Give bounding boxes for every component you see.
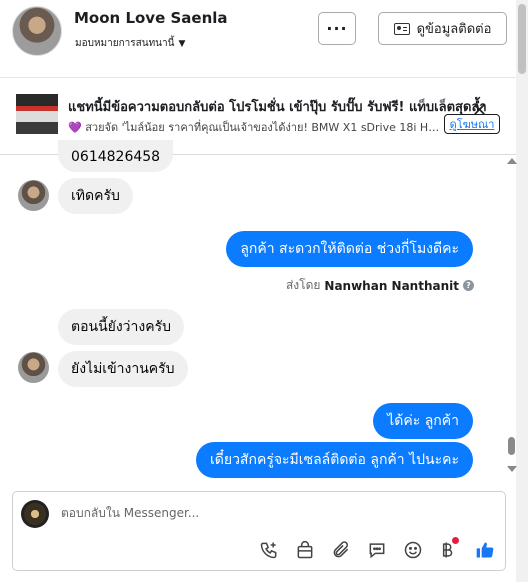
reply-input[interactable] [61,506,391,520]
ellipsis-icon: ··· [326,19,348,38]
conversation-header: Moon Love Saenla มอบหมายการสนทนานี้ ▼ ···… [0,0,516,62]
incoming-message[interactable]: เทิดครับ [58,178,133,214]
incoming-message[interactable]: ยังไม่เข้างานครับ [58,351,188,387]
view-contact-info-label: ดูข้อมูลติดต่อ [416,22,492,37]
contact-avatar-small [18,352,49,383]
contact-avatar[interactable] [12,6,62,56]
sent-by-prefix: ส่งโดย [285,278,321,292]
chat-scrollbar-thumb[interactable] [508,437,515,455]
paperclip-icon[interactable] [329,538,353,562]
ad-thumbnail[interactable] [16,94,58,134]
assign-label: มอบหมายการสนทนานี้ [75,38,175,49]
contact-avatar-small [18,180,49,211]
page-scrollbar[interactable] [516,0,528,582]
sender-name: Nanwhan Nanthanit [324,278,459,293]
scroll-up-arrow-icon[interactable] [507,158,517,164]
view-contact-info-button[interactable]: ดูข้อมูลติดต่อ [378,12,507,45]
page-scrollbar-thumb[interactable] [518,4,526,74]
sent-by-info: ส่งโดย Nanwhan Nanthanit ? [286,276,474,295]
more-options-button[interactable]: ··· [318,12,356,45]
incoming-message[interactable]: 0614826458 [58,140,174,172]
reply-composer [12,491,506,571]
ad-subtitle: 💜 สวยจัด 'ไมล์น้อย ราคาที่คุณเป็นเจ้าของ… [68,121,440,134]
thumbs-up-icon[interactable] [473,538,497,562]
help-icon[interactable]: ? [463,280,474,291]
emoji-icon[interactable] [401,538,425,562]
baht-icon[interactable] [435,537,459,562]
notification-dot [452,537,459,544]
outgoing-message[interactable]: ลูกค้า สะดวกให้ติดต่อ ช่วงกี่โมงดีคะ [226,231,473,267]
contact-name[interactable]: Moon Love Saenla [74,9,228,27]
outgoing-message[interactable]: ได้ค่ะ ลูกค้า [373,403,473,439]
chat-bubble-icon[interactable] [365,538,389,562]
outgoing-message[interactable]: เดี๋ยวสักครู่จะมีเซลล์ติดต่อ ลูกค้า ไปนะ… [195,442,473,478]
page-avatar [21,500,49,528]
shopping-bag-icon[interactable] [293,538,317,562]
call-add-icon[interactable] [257,538,281,562]
contact-card-icon [393,22,410,35]
assign-conversation-dropdown[interactable]: มอบหมายการสนทนานี้ ▼ [75,36,185,51]
close-icon[interactable]: ✕ [472,102,487,120]
caret-down-icon: ▼ [178,39,186,49]
composer-toolbar [13,537,507,564]
incoming-message[interactable]: ตอนนี้ยังว่างครับ [58,309,185,345]
scroll-down-arrow-icon[interactable] [507,466,517,472]
